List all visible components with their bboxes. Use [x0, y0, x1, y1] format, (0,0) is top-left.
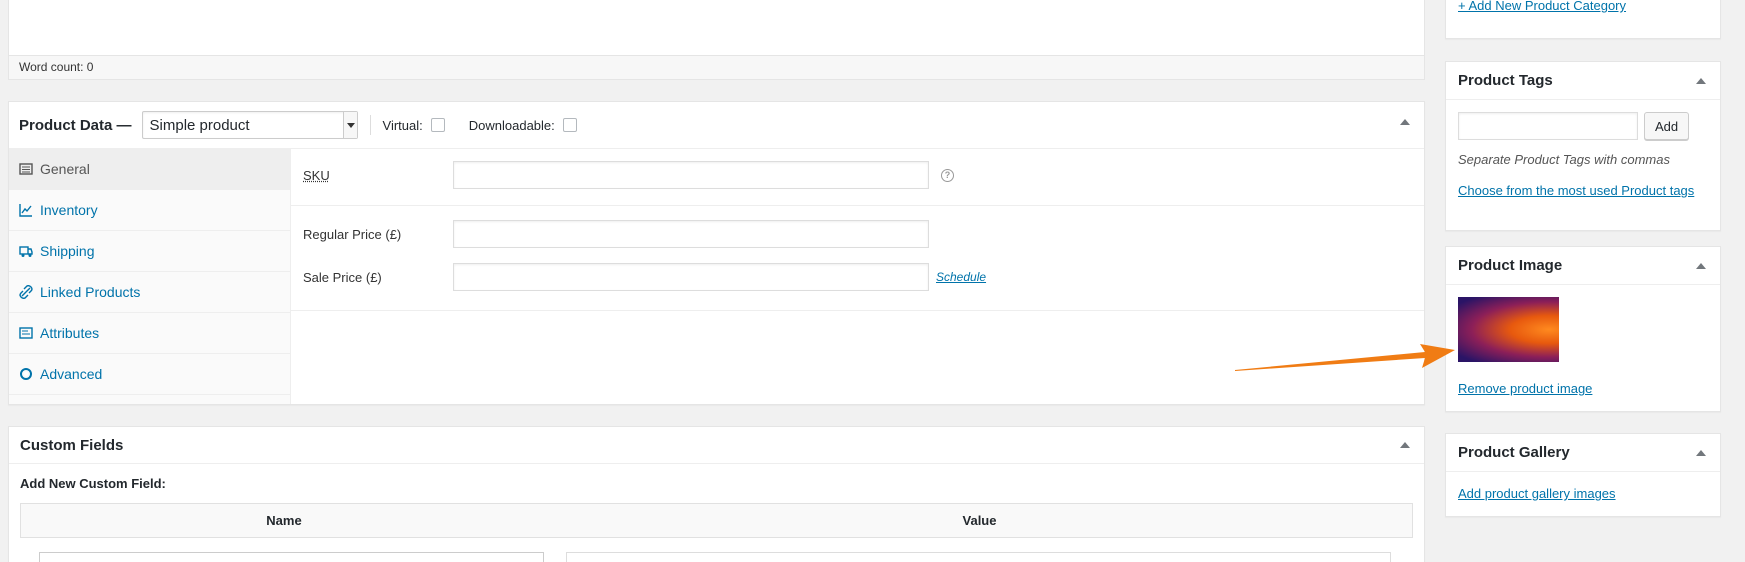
product-data-box: Product Data — Simple product Virtual: D… [8, 101, 1425, 405]
sku-label: SKU [303, 167, 330, 183]
custom-fields-table-header: Name Value [20, 503, 1413, 538]
tag-input-row: Add [1446, 100, 1720, 140]
regular-price-label: Regular Price (£) [303, 226, 402, 242]
editor-content[interactable] [9, 0, 1424, 56]
value-column-header: Value [962, 513, 997, 528]
tab-label: Inventory [40, 202, 98, 218]
regular-price-input[interactable] [453, 220, 929, 248]
product-gallery-title: Product Gallery [1446, 434, 1720, 472]
product-tags-box: Product Tags Add Separate Product Tags w… [1445, 61, 1721, 231]
add-category-link[interactable]: + Add New Product Category [1458, 0, 1626, 13]
chevron-down-icon [342, 112, 357, 138]
collapse-toggle-icon[interactable] [1696, 450, 1706, 456]
product-image-thumbnail[interactable] [1458, 297, 1559, 362]
remove-image-link[interactable]: Remove product image [1458, 381, 1592, 396]
price-group: Regular Price (£) Sale Price (£) Schedul… [291, 206, 1424, 311]
tab-label: General [40, 161, 90, 177]
custom-fields-box: Custom Fields Add New Custom Field: Name… [8, 426, 1425, 562]
collapse-toggle-icon[interactable] [1696, 263, 1706, 269]
link-icon [19, 285, 33, 299]
product-gallery-box: Product Gallery Add product gallery imag… [1445, 433, 1721, 517]
product-data-header: Product Data — Simple product Virtual: D… [9, 102, 1424, 149]
product-type-value: Simple product [149, 116, 250, 134]
collapse-toggle-icon[interactable] [1400, 119, 1410, 125]
downloadable-label: Downloadable: [468, 117, 555, 133]
tab-label: Linked Products [40, 284, 141, 300]
value-input[interactable] [566, 552, 1391, 562]
editor-area: Word count: 0 [8, 0, 1425, 80]
schedule-link[interactable]: Schedule [936, 270, 986, 284]
virtual-checkbox[interactable] [430, 118, 445, 132]
product-image-box: Product Image Remove product image [1445, 246, 1721, 412]
tab-general[interactable]: General [9, 149, 290, 190]
tab-label: Shipping [40, 243, 95, 259]
divider [369, 115, 371, 135]
sku-row: SKU ? [291, 149, 1424, 189]
add-tag-button[interactable]: Add [1644, 112, 1690, 140]
tab-linked-products[interactable]: Linked Products [9, 272, 290, 313]
add-gallery-link[interactable]: Add product gallery images [1458, 486, 1616, 501]
downloadable-checkbox[interactable] [562, 118, 577, 132]
word-count: Word count: 0 [9, 55, 1424, 79]
gear-icon [20, 368, 32, 380]
sku-input[interactable] [453, 161, 929, 189]
list-icon [19, 327, 33, 339]
product-data-tabs: General Inventory Shipping Linked Produc… [9, 149, 291, 404]
product-categories-box: + Add New Product Category [1445, 0, 1721, 39]
custom-fields-subtitle: Add New Custom Field: [20, 476, 166, 491]
tab-label: Attributes [40, 325, 100, 341]
collapse-toggle-icon[interactable] [1696, 78, 1706, 84]
tag-input[interactable] [1458, 112, 1638, 140]
collapse-toggle-icon[interactable] [1400, 442, 1410, 448]
custom-fields-title: Custom Fields [9, 427, 1424, 464]
tab-inventory[interactable]: Inventory [9, 190, 290, 231]
sale-price-input[interactable] [453, 263, 929, 291]
annotation-arrow-icon [1235, 344, 1455, 371]
help-icon[interactable]: ? [941, 168, 954, 182]
tab-label: Advanced [40, 366, 103, 382]
tag-hint: Separate Product Tags with commas [1458, 152, 1670, 167]
regular-price-row: Regular Price (£) [291, 206, 1424, 248]
truck-icon [19, 246, 33, 257]
tab-attributes[interactable]: Attributes [9, 313, 290, 354]
choose-tags-link[interactable]: Choose from the most used Product tags [1458, 183, 1694, 198]
product-data-title: Product Data — [19, 116, 132, 134]
product-image-title: Product Image [1446, 247, 1720, 285]
chart-icon [19, 204, 32, 217]
product-tags-title: Product Tags [1446, 62, 1720, 100]
sale-price-row: Sale Price (£) Schedule [291, 248, 1424, 291]
tab-advanced[interactable]: Advanced [9, 354, 290, 395]
product-type-select[interactable]: Simple product [141, 111, 358, 139]
sku-group: SKU ? [291, 149, 1424, 206]
custom-field-inputs [31, 552, 1391, 562]
tab-shipping[interactable]: Shipping [9, 231, 290, 272]
name-column-header: Name [266, 513, 302, 528]
table-icon [19, 163, 33, 175]
name-select[interactable] [39, 552, 544, 562]
sale-price-label: Sale Price (£) [303, 269, 382, 285]
virtual-label: Virtual: [382, 117, 423, 133]
